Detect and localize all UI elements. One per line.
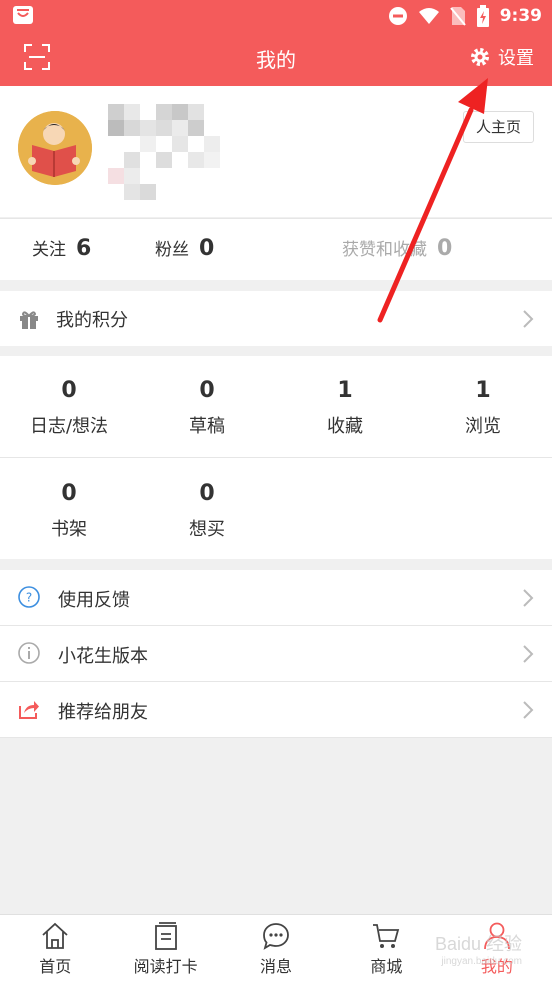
- nav-messages[interactable]: 消息: [221, 915, 331, 983]
- chevron-right-icon: [523, 589, 534, 607]
- count-label: 草稿: [189, 416, 225, 437]
- nav-label: 阅读打卡: [133, 957, 198, 976]
- book-icon: [154, 922, 177, 950]
- count-label: 想买: [189, 519, 225, 540]
- stat-followers[interactable]: 粉丝 0: [155, 235, 214, 261]
- counts-grid: 0 日志/想法 0 草稿 1 收藏 1 浏览 0 书架 0 想买: [0, 356, 552, 559]
- question-icon: ?: [18, 586, 40, 608]
- avatar-reading-icon: [18, 111, 92, 185]
- chevron-right-icon: [523, 645, 534, 663]
- settings-button[interactable]: 设置: [470, 44, 534, 70]
- count-label: 浏览: [465, 416, 501, 437]
- stat-label: 获赞和收藏: [342, 240, 427, 260]
- count-favorites[interactable]: 1 收藏: [276, 376, 414, 438]
- count-diary[interactable]: 0 日志/想法: [0, 376, 138, 438]
- watermark-sub: jingyan.baidu.com: [441, 956, 522, 967]
- settings-label: 设置: [498, 48, 534, 69]
- count-bookshelf[interactable]: 0 书架: [0, 479, 138, 541]
- watermark: Baidu 经验: [434, 934, 522, 954]
- stat-value: 6: [76, 236, 92, 261]
- stat-value: 0: [437, 236, 453, 261]
- count-value: 0: [61, 378, 77, 403]
- status-bar: 9:39: [0, 0, 552, 32]
- count-history[interactable]: 1 浏览: [414, 376, 552, 438]
- stat-label: 粉丝: [155, 240, 189, 260]
- info-icon: [18, 642, 40, 664]
- chevron-right-icon: [523, 310, 534, 328]
- app-notification-icon: [13, 6, 33, 24]
- stat-following[interactable]: 关注 6: [32, 235, 91, 261]
- username-redacted: [108, 104, 228, 204]
- menu-label: 使用反馈: [58, 590, 130, 611]
- gift-icon: [20, 311, 38, 329]
- count-value: 1: [475, 378, 491, 403]
- status-time: 9:39: [499, 6, 542, 26]
- nav-label: 首页: [39, 957, 72, 976]
- count-label: 书架: [51, 519, 87, 540]
- top-bar: 9:39 我的 设置: [0, 0, 552, 86]
- count-label: 日志/想法: [29, 416, 109, 437]
- wifi-icon: [418, 8, 439, 24]
- profile-card[interactable]: 人主页: [0, 86, 552, 217]
- chevron-right-icon: [523, 701, 534, 719]
- menu-label: 小花生版本: [58, 646, 148, 667]
- menu-item-share[interactable]: 推荐给朋友: [0, 682, 552, 738]
- count-value: 0: [61, 481, 77, 506]
- menu-item-feedback[interactable]: ? 使用反馈: [0, 570, 552, 626]
- gear-icon: [471, 48, 489, 66]
- menu-label: 推荐给朋友: [58, 702, 148, 723]
- status-icons: 9:39: [388, 4, 542, 28]
- nav-label: 消息: [260, 957, 293, 976]
- count-drafts[interactable]: 0 草稿: [138, 376, 276, 438]
- svg-text:?: ?: [26, 591, 32, 605]
- count-wishlist[interactable]: 0 想买: [138, 479, 276, 541]
- stat-value: 0: [199, 236, 215, 261]
- points-row[interactable]: 我的积分: [0, 291, 552, 346]
- nav-shop[interactable]: 商城: [331, 915, 441, 983]
- points-label: 我的积分: [56, 310, 128, 331]
- cart-icon: [373, 924, 400, 948]
- count-value: 1: [337, 378, 353, 403]
- homepage-button[interactable]: 人主页: [462, 111, 534, 143]
- nav-label: 商城: [370, 957, 403, 976]
- no-sim-icon: [449, 7, 466, 26]
- count-value: 0: [199, 481, 215, 506]
- home-icon: [42, 922, 68, 949]
- avatar[interactable]: [18, 111, 92, 185]
- divider: [0, 457, 552, 458]
- nav-home[interactable]: 首页: [0, 915, 110, 983]
- nav-reading[interactable]: 阅读打卡: [110, 915, 220, 983]
- count-label: 收藏: [327, 416, 363, 437]
- menu-list: ? 使用反馈 小花生版本 推荐给朋友: [0, 570, 552, 738]
- follow-stats: 关注 6 粉丝 0 获赞和收藏 0: [0, 218, 552, 280]
- count-value: 0: [199, 378, 215, 403]
- message-icon: [263, 923, 289, 950]
- stat-likes[interactable]: 获赞和收藏 0: [342, 235, 452, 261]
- menu-item-version[interactable]: 小花生版本: [0, 626, 552, 682]
- header: 我的 设置: [0, 32, 552, 86]
- battery-icon: [476, 5, 489, 27]
- dnd-icon: [388, 7, 407, 25]
- share-icon: [19, 701, 39, 719]
- stat-label: 关注: [32, 240, 66, 260]
